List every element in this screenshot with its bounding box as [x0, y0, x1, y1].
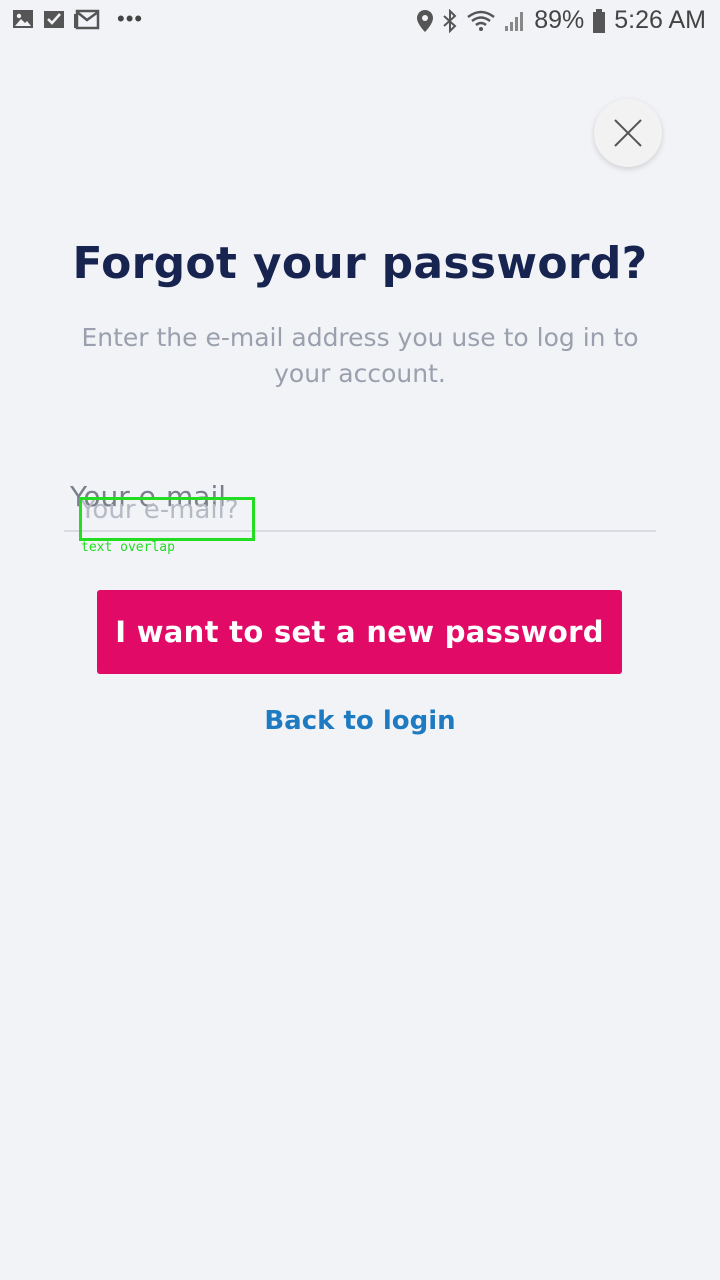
status-bar: ••• 89% 5:26 AM	[0, 0, 720, 44]
location-pin-icon	[416, 9, 434, 33]
clock: 5:26 AM	[614, 6, 706, 34]
more-dots-icon: •••	[117, 6, 144, 31]
bluetooth-icon	[442, 8, 458, 33]
battery-icon	[592, 8, 606, 34]
page-subtitle: Enter the e-mail address you use to log …	[81, 323, 639, 388]
status-bar-right: 89% 5:26 AM	[416, 6, 706, 35]
text-overlap-marker	[79, 497, 255, 541]
page-title: Forgot your password?	[72, 238, 648, 289]
gallery-icon	[12, 8, 34, 30]
status-bar-left: •••	[12, 8, 143, 30]
battery-percent: 89%	[534, 6, 585, 34]
checklist-icon	[43, 8, 65, 30]
close-icon	[613, 118, 643, 148]
set-new-password-button[interactable]: I want to set a new password	[97, 590, 622, 674]
gmail-icon	[74, 8, 100, 30]
wifi-icon	[466, 9, 496, 33]
signal-icon	[504, 9, 526, 33]
back-to-login-link[interactable]: Back to login	[0, 706, 720, 736]
close-button[interactable]	[594, 99, 662, 167]
text-overlap-tag: text overlap	[81, 540, 175, 555]
